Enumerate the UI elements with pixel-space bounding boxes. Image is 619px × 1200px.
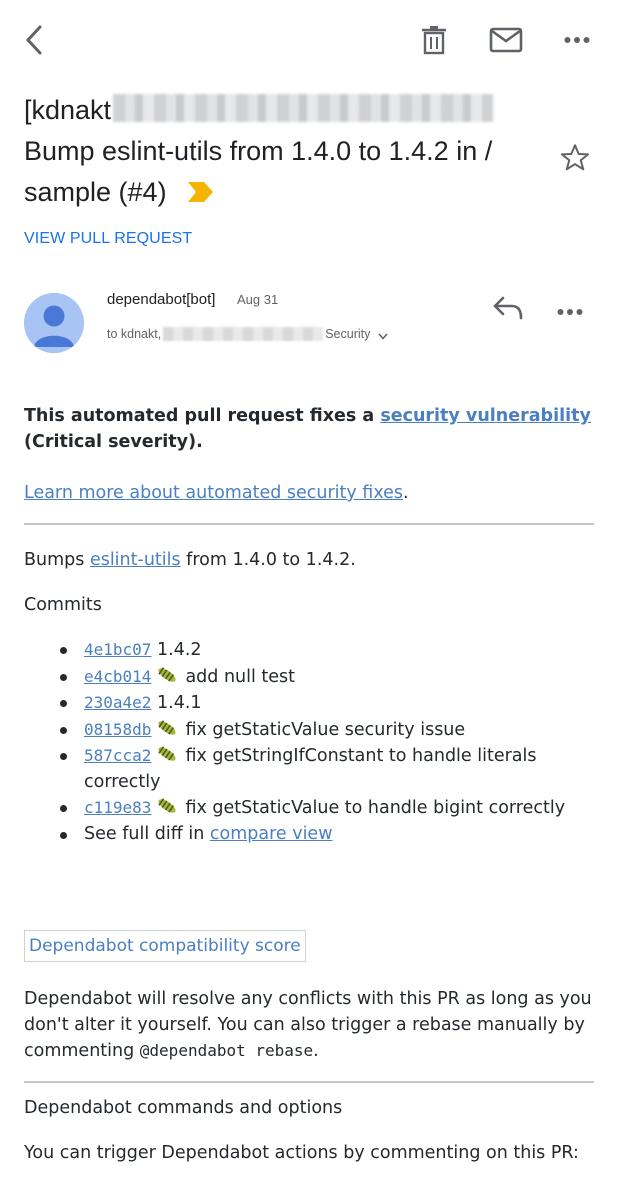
bumps-text: Bumps bbox=[24, 550, 90, 570]
view-pull-request-link[interactable]: VIEW PULL REQUEST bbox=[24, 230, 192, 248]
star-icon bbox=[560, 144, 590, 171]
intro-text: This automated pull request fixes a bbox=[24, 406, 381, 426]
recipients-suffix: Security bbox=[325, 327, 371, 341]
divider bbox=[24, 1081, 594, 1083]
commits-heading: Commits bbox=[24, 595, 102, 615]
commit-message: 1.4.1 bbox=[157, 693, 202, 713]
sender-name: dependabot[bot] bbox=[107, 291, 216, 308]
envelope-icon bbox=[489, 27, 523, 53]
intro-paragraph: This automated pull request fixes a secu… bbox=[24, 403, 596, 455]
back-arrow-icon bbox=[26, 25, 42, 55]
list-item: See full diff in compare view bbox=[60, 822, 596, 848]
list-item: 4e1bc07 1.4.2 bbox=[60, 637, 596, 664]
chevron-down-icon bbox=[378, 333, 388, 340]
list-item: e4cb014 add null test bbox=[60, 664, 596, 691]
avatar[interactable] bbox=[24, 293, 84, 353]
commit-message: fix getStaticValue security issue bbox=[185, 719, 466, 740]
more-options-button[interactable] bbox=[557, 20, 597, 60]
bug-emoji-icon bbox=[158, 746, 176, 761]
subject-text: Bump eslint-utils from 1.4.0 to 1.4.2 in… bbox=[24, 136, 493, 207]
commands-heading: Dependabot commands and options bbox=[24, 1098, 343, 1118]
commit-sha-link[interactable]: 08158db bbox=[84, 720, 151, 739]
commit-message: fix getStaticValue to handle bigint corr… bbox=[185, 798, 566, 818]
divider bbox=[24, 523, 594, 525]
compatibility-score-badge[interactable]: Dependabot compatibility score bbox=[24, 930, 306, 962]
star-button[interactable] bbox=[559, 142, 595, 178]
message-date: Aug 31 bbox=[237, 292, 279, 307]
commit-list: 4e1bc07 1.4.2 e4cb014 add null test 230a4… bbox=[60, 637, 596, 847]
intro-severity: (Critical severity). bbox=[24, 432, 203, 452]
more-horizontal-icon bbox=[557, 309, 583, 315]
important-marker-icon bbox=[188, 182, 214, 203]
commit-message: fix getStringIfConstant to handle litera… bbox=[84, 746, 537, 792]
rebase-command: @dependabot rebase bbox=[139, 1041, 314, 1060]
resolve-period: . bbox=[313, 1041, 319, 1061]
resolve-paragraph: Dependabot will resolve any conflicts wi… bbox=[24, 986, 596, 1064]
recipients-prefix: to kdnakt, bbox=[107, 327, 162, 341]
list-item: 230a4e2 1.4.1 bbox=[60, 690, 596, 717]
commit-sha-link[interactable]: 4e1bc07 bbox=[84, 640, 151, 659]
diff-text: See full diff in bbox=[84, 823, 210, 844]
bug-emoji-icon bbox=[158, 719, 176, 735]
redacted-text bbox=[163, 327, 324, 341]
commit-sha-link[interactable]: e4cb014 bbox=[84, 667, 151, 686]
message-more-button[interactable] bbox=[557, 294, 597, 330]
bug-emoji-icon bbox=[158, 666, 176, 682]
bumps-paragraph: Bumps eslint-utils from 1.4.0 to 1.4.2. bbox=[24, 547, 596, 573]
subject-prefix: [kdnakt bbox=[24, 95, 112, 125]
delete-button[interactable] bbox=[414, 20, 454, 60]
commit-sha-link[interactable]: 587cca2 bbox=[84, 746, 151, 765]
commit-sha-link[interactable]: c119e83 bbox=[84, 798, 151, 817]
redacted-text bbox=[113, 94, 494, 122]
reply-button[interactable] bbox=[492, 294, 532, 330]
reply-icon bbox=[493, 296, 523, 320]
learn-more-period: . bbox=[403, 483, 409, 503]
email-subject: [kdnakt Bump eslint-utils from 1.4.0 to … bbox=[24, 90, 554, 214]
top-toolbar bbox=[0, 0, 619, 80]
compare-view-link[interactable]: compare view bbox=[210, 824, 333, 844]
list-item: c119e83 fix getStaticValue to handle bigi… bbox=[60, 795, 596, 822]
eslint-utils-link[interactable]: eslint-utils bbox=[90, 550, 181, 570]
commands-paragraph: You can trigger Dependabot actions by co… bbox=[24, 1143, 579, 1163]
trash-icon bbox=[422, 26, 446, 55]
person-icon bbox=[24, 293, 84, 353]
security-vulnerability-link[interactable]: security vulnerability bbox=[380, 406, 591, 426]
bumps-version: from 1.4.0 to 1.4.2. bbox=[180, 550, 356, 570]
list-item: 587cca2 fix getStringIfConstant to handle… bbox=[60, 743, 596, 795]
learn-more-paragraph: Learn more about automated security fixe… bbox=[24, 480, 596, 506]
learn-more-link[interactable]: Learn more about automated security fixe… bbox=[24, 483, 403, 503]
important-marker[interactable] bbox=[188, 173, 214, 214]
list-item: 08158db fix getStaticValue security issue bbox=[60, 717, 596, 744]
more-horizontal-icon bbox=[564, 37, 590, 43]
recipients[interactable]: to kdnakt, Security bbox=[107, 327, 388, 341]
commit-message: 1.4.2 bbox=[157, 640, 202, 660]
commit-sha-link[interactable]: 230a4e2 bbox=[84, 693, 151, 712]
mark-unread-button[interactable] bbox=[486, 20, 526, 60]
commit-message: add null test bbox=[185, 666, 296, 687]
bug-emoji-icon bbox=[158, 798, 176, 813]
back-button[interactable] bbox=[14, 20, 54, 60]
